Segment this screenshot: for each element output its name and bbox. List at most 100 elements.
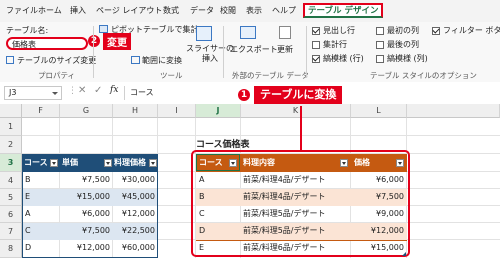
filter-dropdown-icon[interactable] [104, 159, 112, 167]
step2-number: 2 [88, 35, 100, 47]
right-header-menu: 料理内容 [243, 158, 275, 167]
tab-help[interactable]: ヘルプ [272, 5, 296, 16]
tab-formulas[interactable]: 数式 [163, 5, 179, 16]
select-all-corner[interactable] [0, 104, 22, 118]
column-header-l[interactable]: L [351, 104, 407, 118]
insert-slicer-button[interactable]: スライサーの 挿入 [186, 44, 234, 64]
refresh-button[interactable]: 更新 [277, 44, 293, 55]
insert-function-icon[interactable]: fx [110, 85, 118, 95]
banded-columns-label: 縞模様 (列) [387, 54, 428, 63]
left-cell[interactable]: ¥15,000 [60, 188, 110, 206]
row-header-2[interactable]: 2 [0, 136, 22, 154]
left-cell[interactable]: E [25, 188, 30, 206]
right-cell[interactable]: B [199, 188, 205, 206]
worksheet-grid[interactable]: F G H I J K L 1 2 3 4 5 6 7 8 コース価格表 コース… [0, 104, 500, 258]
tab-table-design[interactable]: テーブル デザイン [303, 3, 384, 18]
enter-icon[interactable]: ✓ [94, 85, 102, 96]
column-header-f[interactable]: F [22, 104, 60, 118]
column-header-k[interactable]: K [241, 104, 351, 118]
pivot-table-icon [99, 25, 108, 33]
left-cell[interactable]: ¥22,500 [113, 222, 155, 240]
last-column-checkbox[interactable] [376, 41, 384, 49]
cancel-icon[interactable]: ✕ [78, 85, 86, 96]
right-cell[interactable]: 前菜/料理5品/デザート [243, 205, 325, 223]
left-cell[interactable]: ¥30,000 [113, 171, 155, 189]
left-cell[interactable]: ¥6,000 [60, 205, 110, 223]
total-row-checkbox[interactable] [312, 41, 320, 49]
row-header-1[interactable]: 1 [0, 118, 22, 136]
left-header-dish-price: 料理価格 [114, 158, 146, 167]
right-cell[interactable]: ¥6,000 [352, 171, 404, 189]
left-cell[interactable]: ¥12,000 [113, 205, 155, 223]
convert-to-range-button[interactable]: 範囲に変換 [142, 55, 182, 66]
banded-columns-checkbox[interactable] [376, 55, 384, 63]
header-row-checkbox[interactable] [312, 27, 320, 35]
filter-dropdown-icon[interactable] [50, 159, 58, 167]
tab-page-layout[interactable]: ページ レイアウト [96, 5, 162, 16]
right-cell[interactable]: D [199, 222, 205, 240]
left-cell[interactable]: ¥7,500 [60, 222, 110, 240]
tab-data[interactable]: データ [190, 5, 214, 16]
right-cell[interactable]: ¥9,000 [352, 205, 404, 223]
left-cell[interactable]: D [25, 239, 31, 257]
resize-table-button[interactable]: テーブルのサイズ変更 [17, 55, 96, 66]
formula-bar: J3 ⋮ ✕ ✓ fx コース [0, 82, 500, 105]
right-cell[interactable]: E [199, 239, 204, 257]
banded-rows-checkbox[interactable] [312, 55, 320, 63]
name-box[interactable]: J3 [4, 86, 62, 100]
column-header-g[interactable]: G [60, 104, 113, 118]
right-cell[interactable]: ¥7,500 [352, 188, 404, 206]
table-name-input[interactable]: 価格表 [6, 37, 88, 50]
tab-home[interactable]: ホーム [38, 5, 62, 16]
tab-review[interactable]: 校閲 [220, 5, 236, 16]
left-cell[interactable]: ¥12,000 [60, 239, 110, 257]
right-cell[interactable]: 前菜/料理4品/デザート [243, 188, 325, 206]
export-button[interactable]: エクスポート [230, 44, 278, 55]
filter-dropdown-icon[interactable] [229, 159, 237, 167]
right-cell[interactable]: A [199, 171, 204, 189]
left-header-course: コース [24, 158, 48, 167]
group-label-tools: ツール [160, 71, 183, 80]
left-cell[interactable]: A [25, 205, 30, 223]
filter-dropdown-icon[interactable] [340, 159, 348, 167]
step1-label: テーブルに変換 [254, 86, 343, 104]
right-cell[interactable]: ¥15,000 [352, 239, 404, 257]
right-cell[interactable]: 前菜/料理5品/デザート [243, 222, 325, 240]
row-header-6[interactable]: 6 [0, 206, 22, 223]
left-cell[interactable]: ¥60,000 [113, 239, 155, 257]
row-header-5[interactable]: 5 [0, 189, 22, 206]
chevron-down-icon[interactable] [52, 92, 58, 95]
tab-file[interactable]: ファイル [6, 5, 38, 16]
filter-button-checkbox[interactable] [432, 27, 440, 35]
right-cell[interactable]: ¥12,000 [352, 222, 404, 240]
column-header-i[interactable]: I [158, 104, 196, 118]
formula-input[interactable]: コース [130, 87, 154, 98]
left-cell[interactable]: ¥7,500 [60, 171, 110, 189]
header-row-label: 見出し行 [323, 26, 355, 35]
filter-dropdown-icon[interactable] [396, 159, 404, 167]
right-cell[interactable]: 前菜/料理4品/デザート [243, 171, 325, 189]
left-cell[interactable]: ¥45,000 [113, 188, 155, 206]
export-icon [240, 26, 256, 39]
name-box-value: J3 [9, 88, 17, 97]
first-column-label: 最初の列 [387, 26, 419, 35]
right-cell[interactable]: C [199, 205, 205, 223]
first-column-checkbox[interactable] [376, 27, 384, 35]
summarize-pivot-button[interactable]: ピボットテーブルで集計 [111, 24, 199, 35]
left-cell[interactable]: C [25, 222, 31, 240]
table-name-label: テーブル名: [6, 26, 49, 35]
resize-handle-icon[interactable] [402, 252, 406, 256]
tab-insert[interactable]: 挿入 [70, 5, 86, 16]
row-header-7[interactable]: 7 [0, 223, 22, 240]
column-header-h[interactable]: H [113, 104, 158, 118]
left-cell[interactable]: B [25, 171, 31, 189]
column-header-j[interactable]: J [196, 104, 241, 118]
right-cell[interactable]: 前菜/料理6品/デザート [243, 239, 325, 257]
row-header-3[interactable]: 3 [0, 154, 22, 172]
banded-rows-label: 縞模様 (行) [323, 54, 364, 63]
step1-connector [300, 106, 302, 150]
tab-view[interactable]: 表示 [246, 5, 262, 16]
filter-dropdown-icon[interactable] [149, 159, 157, 167]
row-header-8[interactable]: 8 [0, 240, 22, 258]
row-header-4[interactable]: 4 [0, 172, 22, 189]
